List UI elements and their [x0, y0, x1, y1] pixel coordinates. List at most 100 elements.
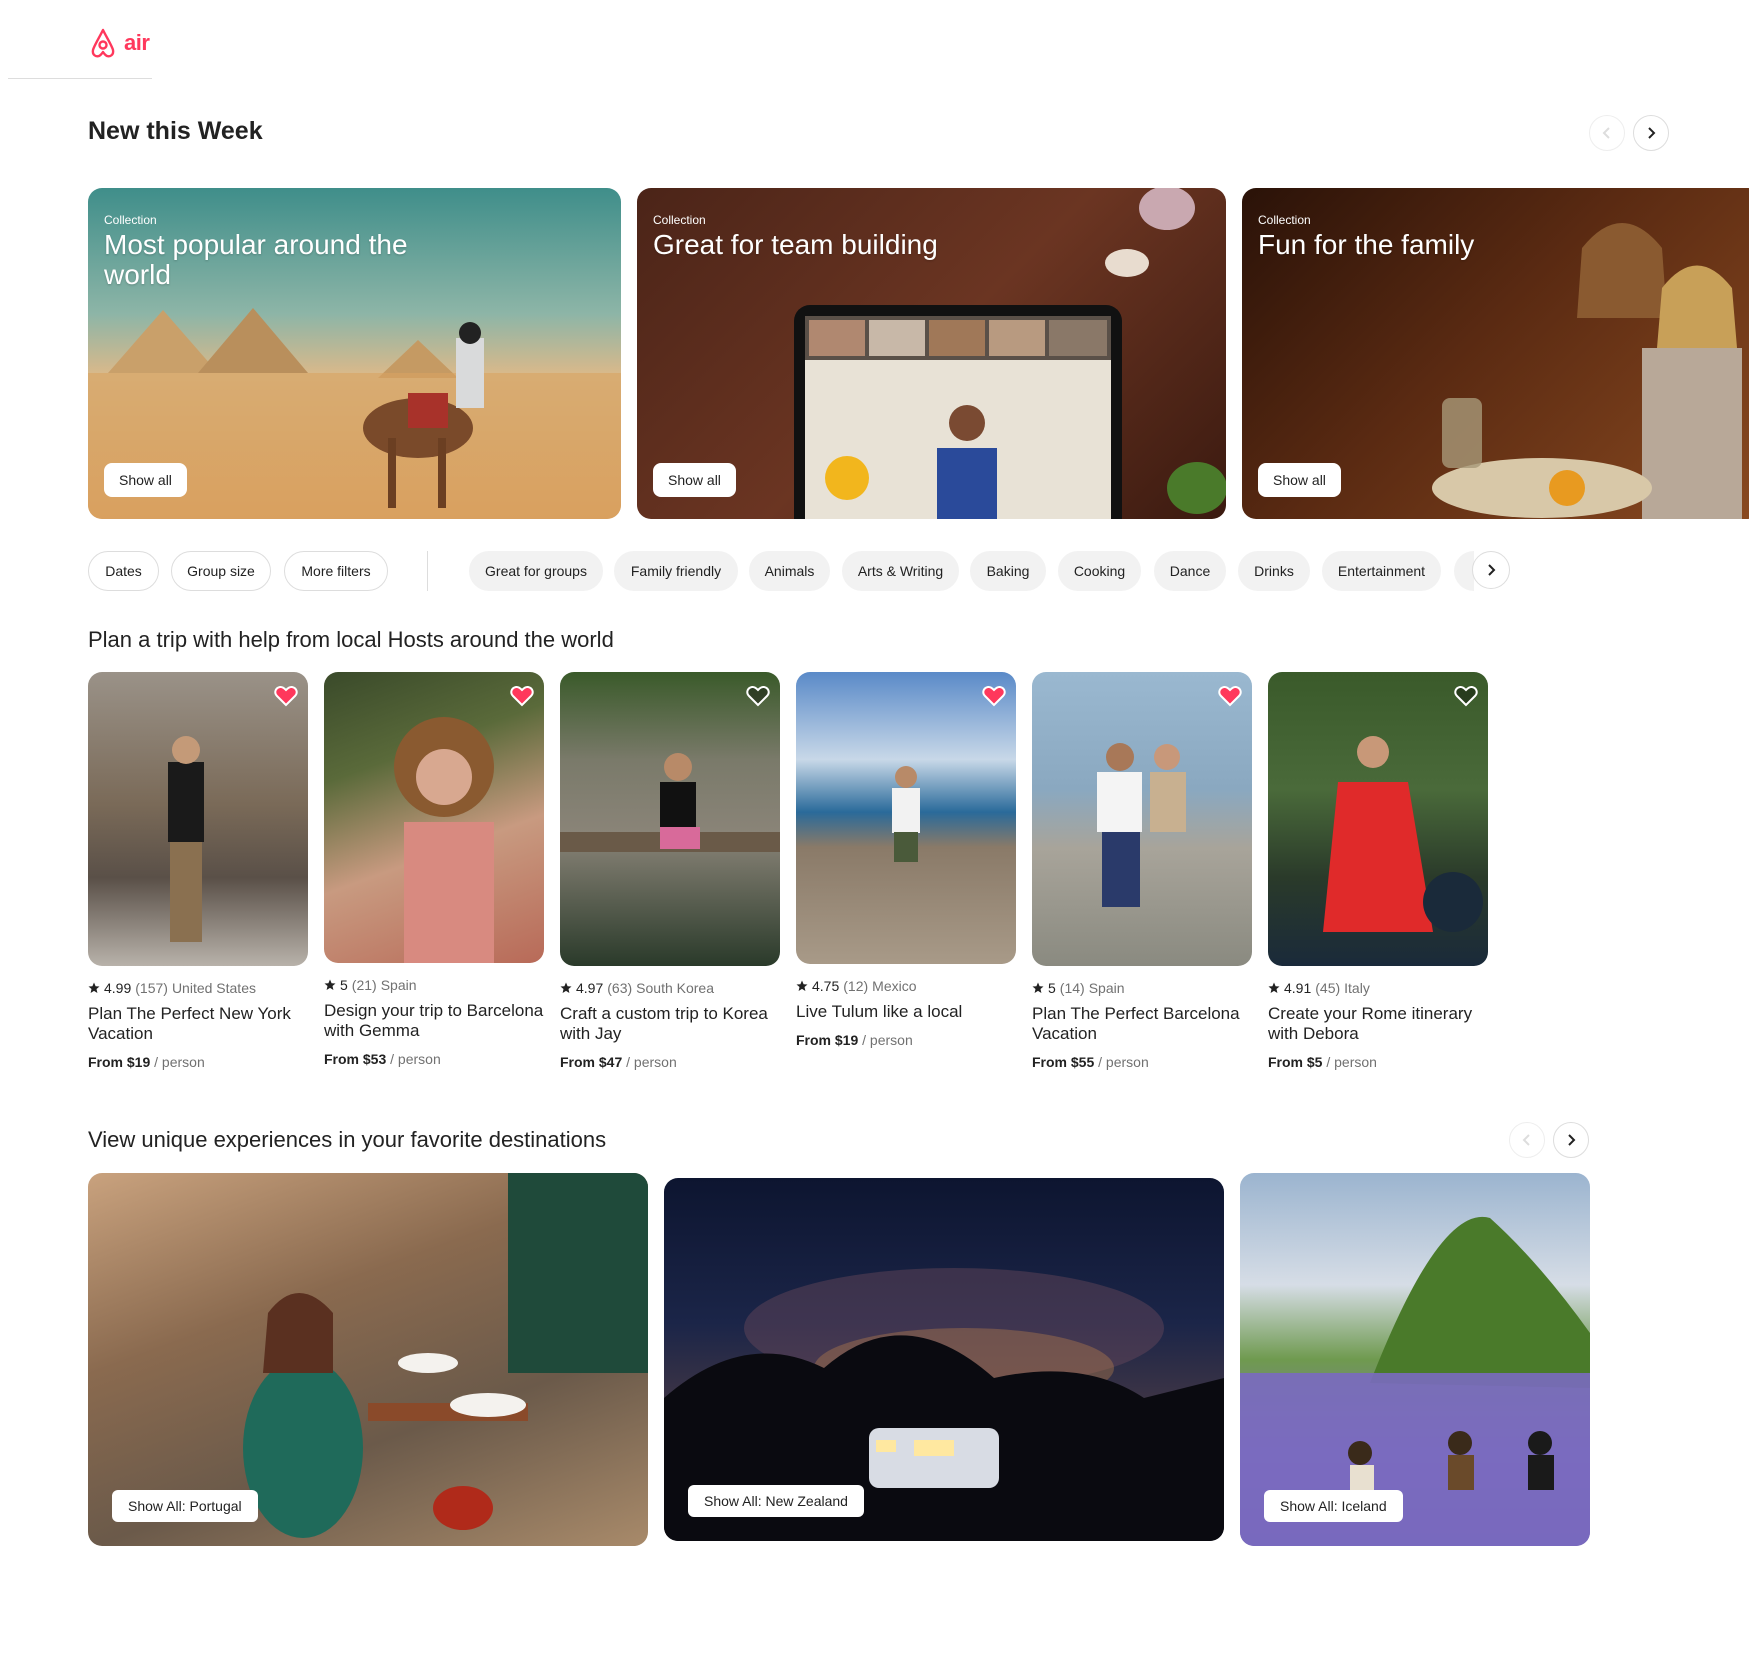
destinations-next-button[interactable] — [1553, 1122, 1589, 1158]
collection-card[interactable]: Collection Fun for the family Show all — [1242, 188, 1749, 519]
experience-photo — [560, 672, 780, 966]
section-title-plan: Plan a trip with help from local Hosts a… — [88, 627, 614, 652]
experience-location: South Korea — [636, 980, 714, 996]
show-all-button[interactable]: Show all — [653, 463, 736, 497]
experience-price: From $55 / person — [1032, 1054, 1252, 1070]
price-from: From $47 — [560, 1054, 623, 1070]
carousel-prev-button[interactable] — [1589, 115, 1625, 151]
experience-card[interactable]: 4.97 (63) South Korea Craft a custom tri… — [560, 672, 780, 1070]
experience-card[interactable]: 4.91 (45) Italy Create your Rome itinera… — [1268, 672, 1488, 1070]
experience-location: Italy — [1344, 980, 1370, 996]
collection-title: Most popular around the world — [104, 229, 408, 290]
price-unit: / person — [626, 1054, 677, 1070]
price-from: From $19 — [796, 1032, 859, 1048]
price-from: From $55 — [1032, 1054, 1095, 1070]
price-from: From $19 — [88, 1054, 151, 1070]
experience-rating-row: 4.91 (45) Italy — [1268, 980, 1488, 996]
heart-icon[interactable] — [510, 685, 534, 707]
destination-card[interactable]: Show All: New Zealand — [664, 1178, 1224, 1541]
filter-group-size[interactable]: Group size — [171, 551, 271, 591]
category-chip[interactable]: Dance — [1154, 551, 1226, 591]
collection-card[interactable]: Collection Most popular around the world… — [88, 188, 621, 519]
experience-card[interactable]: 5 (14) Spain Plan The Perfect Barcelona … — [1032, 672, 1252, 1070]
experience-title: Craft a custom trip to Korea with Jay — [560, 1004, 768, 1043]
price-unit: / person — [862, 1032, 913, 1048]
experience-rating: 4.99 — [104, 980, 132, 996]
chevron-right-icon — [1488, 564, 1496, 576]
chevron-right-icon — [1648, 127, 1656, 139]
experience-reviews: (14) — [1059, 980, 1085, 996]
airbnb-logo-icon — [91, 28, 115, 58]
destinations-prev-button[interactable] — [1509, 1122, 1545, 1158]
experience-rating: 5 — [1048, 980, 1056, 996]
heart-icon[interactable] — [274, 685, 298, 707]
experience-rating-row: 4.97 (63) South Korea — [560, 980, 780, 996]
experience-location: United States — [171, 980, 256, 996]
experience-rating: 4.97 — [576, 980, 604, 996]
chevron-left-icon — [1522, 1134, 1530, 1146]
experience-location: Spain — [380, 977, 417, 993]
filters-next-button[interactable] — [1472, 551, 1510, 589]
show-all-destination-button[interactable]: Show All: Iceland — [1264, 1490, 1403, 1522]
carousel-next-button[interactable] — [1633, 115, 1669, 151]
category-chip[interactable]: Animals — [749, 551, 830, 591]
filter-more-filters[interactable]: More filters — [284, 551, 388, 591]
price-unit: / person — [390, 1051, 441, 1067]
brand-logo[interactable]: air — [88, 26, 160, 60]
category-chip[interactable]: Entertainment — [1322, 551, 1441, 591]
filter-dates[interactable]: Dates — [88, 551, 159, 591]
star-icon — [88, 982, 100, 993]
experience-price: From $19 / person — [88, 1054, 308, 1070]
heart-icon[interactable] — [1454, 685, 1478, 707]
header: air — [8, 0, 152, 79]
heart-icon[interactable] — [746, 685, 770, 707]
destination-card[interactable]: Show All: Iceland — [1240, 1173, 1590, 1546]
price-from: From $53 — [324, 1051, 387, 1067]
star-icon — [560, 982, 572, 993]
category-chip[interactable]: Great for groups — [469, 551, 603, 591]
category-chip-partial[interactable] — [1454, 551, 1474, 591]
star-icon — [796, 980, 808, 991]
section-title-new: New this Week — [88, 117, 263, 145]
experience-location: Spain — [1088, 980, 1125, 996]
price-unit: / person — [1098, 1054, 1149, 1070]
experience-title: Design your trip to Barcelona with Gemma — [324, 1001, 544, 1040]
chevron-left-icon — [1602, 127, 1610, 139]
experience-rating: 4.91 — [1284, 980, 1312, 996]
chevron-right-icon — [1568, 1134, 1576, 1146]
experience-price: From $5 / person — [1268, 1054, 1488, 1070]
collection-card[interactable]: Collection Great for team building Show … — [637, 188, 1226, 519]
experience-reviews: (21) — [351, 977, 377, 993]
heart-icon[interactable] — [982, 685, 1006, 707]
category-chip[interactable]: Arts & Writing — [842, 551, 959, 591]
experience-location: Mexico — [872, 978, 917, 994]
experience-reviews: (63) — [607, 980, 633, 996]
category-chip[interactable]: Cooking — [1058, 551, 1141, 591]
host-photo-image — [394, 717, 494, 963]
star-icon — [1032, 982, 1044, 993]
collection-kicker: Collection — [1258, 213, 1311, 227]
destination-card[interactable]: Show All: Portugal — [88, 1173, 648, 1546]
experience-card[interactable]: 5 (21) Spain Design your trip to Barcelo… — [324, 672, 544, 1067]
collection-title: Fun for the family — [1258, 229, 1475, 260]
category-chip[interactable]: Drinks — [1238, 551, 1310, 591]
heart-icon[interactable] — [1218, 685, 1242, 707]
experience-price: From $53 / person — [324, 1051, 544, 1067]
experience-rating: 5 — [340, 977, 348, 993]
price-from: From $5 — [1268, 1054, 1323, 1070]
experience-reviews: (45) — [1315, 980, 1341, 996]
show-all-button[interactable]: Show all — [104, 463, 187, 497]
experience-rating-row: 5 (14) Spain — [1032, 980, 1252, 996]
collection-title: Great for team building — [653, 229, 938, 260]
collection-kicker: Collection — [653, 213, 706, 227]
category-chip[interactable]: Family friendly — [614, 551, 738, 591]
experience-card[interactable]: 4.75 (12) Mexico Live Tulum like a local… — [796, 672, 1016, 1048]
category-chip[interactable]: Baking — [970, 551, 1046, 591]
experience-card[interactable]: 4.99 (157) United States Plan The Perfec… — [88, 672, 308, 1070]
experience-rating: 4.75 — [812, 978, 840, 994]
show-all-destination-button[interactable]: Show All: New Zealand — [688, 1485, 864, 1517]
show-all-destination-button[interactable]: Show All: Portugal — [112, 1490, 258, 1522]
show-all-button[interactable]: Show all — [1258, 463, 1341, 497]
experience-rating-row: 4.75 (12) Mexico — [796, 978, 1016, 994]
experience-price: From $19 / person — [796, 1032, 1016, 1048]
